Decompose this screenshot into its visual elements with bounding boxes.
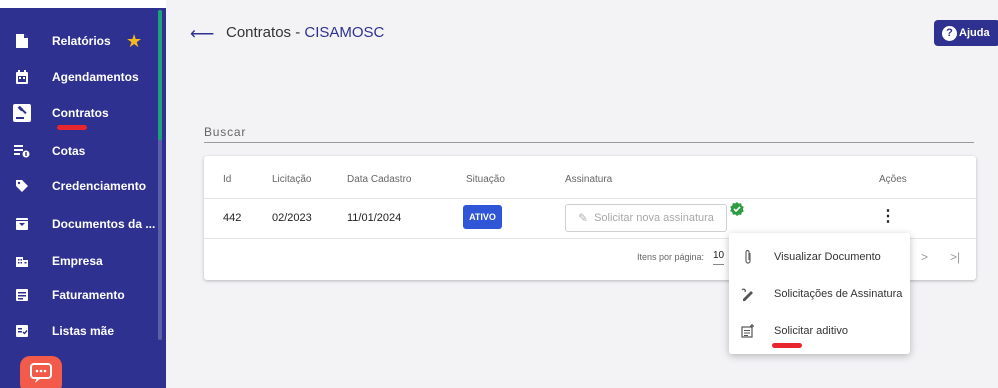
checklist-icon <box>13 322 31 340</box>
search-underline <box>204 142 974 143</box>
report-icon <box>13 32 31 50</box>
sidebar: Relatórios ★ Agendamentos Contratos Cota… <box>0 0 166 388</box>
help-button[interactable]: ? Ajuda <box>934 20 998 46</box>
menu-item-visualizar-documento[interactable]: Visualizar Documento <box>729 239 910 275</box>
favorite-star-icon[interactable]: ★ <box>126 31 142 52</box>
menu-item-solicitar-aditivo[interactable]: Solicitar aditivo <box>729 313 910 349</box>
search-input[interactable]: Buscar <box>204 125 246 139</box>
column-header-id: Id <box>223 174 232 185</box>
signature-icon <box>741 286 755 302</box>
status-badge: ATIVO <box>463 205 502 229</box>
column-header-assinatura: Assinatura <box>565 174 613 185</box>
sidebar-item-empresa[interactable]: Empresa <box>0 243 156 279</box>
sidebar-item-label: Cotas <box>52 144 86 158</box>
menu-item-label: Solicitações de Assinatura <box>774 288 903 300</box>
chat-bubble-icon <box>29 362 53 388</box>
building-icon <box>13 252 31 270</box>
active-underline <box>57 125 87 130</box>
menu-item-solicitacoes-assinatura[interactable]: Solicitações de Assinatura <box>729 276 910 312</box>
sidebar-item-label: Credenciamento <box>52 179 147 193</box>
verified-badge-icon <box>730 202 744 221</box>
page-title-entity: CISAMOSC <box>304 24 385 41</box>
invoice-icon <box>13 286 31 304</box>
sidebar-top-strip <box>0 0 166 8</box>
row-actions-menu: Visualizar Documento Solicitações de Ass… <box>729 233 910 354</box>
column-header-acoes: Ações <box>879 174 907 185</box>
document-box-icon <box>13 215 31 233</box>
tag-icon <box>13 177 31 195</box>
sidebar-item-agendamentos[interactable]: Agendamentos <box>0 59 156 95</box>
paperclip-icon <box>741 249 755 265</box>
pencil-icon: ✎ <box>578 211 589 225</box>
column-header-data-cadastro: Data Cadastro <box>347 174 412 185</box>
help-label: Ajuda <box>959 27 990 39</box>
sidebar-item-label: Documentos da ... <box>52 217 156 231</box>
cell-data-cadastro: 11/01/2024 <box>347 212 402 224</box>
menu-item-label: Visualizar Documento <box>774 251 881 263</box>
menu-item-underline <box>772 343 802 348</box>
question-icon: ? <box>942 25 957 41</box>
request-signature-label: Solicitar nova assinatura <box>594 212 714 224</box>
back-arrow-icon[interactable]: ⟵ <box>190 24 214 44</box>
column-header-situacao: Situação <box>466 174 505 185</box>
page-title-prefix: Contratos - <box>226 24 305 41</box>
sidebar-item-cotas[interactable]: Cotas <box>0 133 156 169</box>
page-title: Contratos - CISAMOSC <box>226 24 384 41</box>
menu-item-label: Solicitar aditivo <box>774 325 848 337</box>
cell-id: 442 <box>223 212 242 224</box>
request-signature-button[interactable]: ✎ Solicitar nova assinatura <box>565 204 727 232</box>
sidebar-scrollbar[interactable] <box>158 10 162 340</box>
sidebar-item-label: Relatórios <box>52 34 111 48</box>
sidebar-item-documentos[interactable]: Documentos da ... <box>0 206 156 242</box>
sidebar-item-credenciamento[interactable]: Credenciamento <box>0 168 156 204</box>
row-divider <box>204 198 976 199</box>
paginator-label: Itens por página: <box>637 252 705 262</box>
sidebar-item-listas-mae[interactable]: Listas mãe <box>0 313 156 349</box>
quota-icon <box>13 142 31 160</box>
sidebar-item-label: Contratos <box>52 106 109 120</box>
row-actions-kebab-icon[interactable]: ⋮ <box>880 209 896 225</box>
column-header-licitacao: Licitação <box>272 174 312 185</box>
sidebar-item-faturamento[interactable]: Faturamento <box>0 277 156 313</box>
sidebar-item-label: Agendamentos <box>52 70 139 84</box>
cell-licitacao: 02/2023 <box>272 212 312 224</box>
sidebar-item-relatorios[interactable]: Relatórios ★ <box>0 23 156 59</box>
sidebar-item-label: Listas mãe <box>52 324 115 338</box>
calendar-icon <box>13 68 31 86</box>
sidebar-item-label: Empresa <box>52 254 103 268</box>
add-document-icon <box>741 323 755 339</box>
sidebar-item-label: Faturamento <box>52 288 125 302</box>
next-page-icon[interactable]: > <box>921 250 928 264</box>
last-page-icon[interactable]: >| <box>950 250 960 264</box>
gavel-icon <box>13 104 31 122</box>
paginator-page-size-select[interactable]: 10 <box>713 250 725 265</box>
chat-button[interactable] <box>20 356 62 388</box>
sidebar-scrollbar-thumb[interactable] <box>158 10 162 140</box>
